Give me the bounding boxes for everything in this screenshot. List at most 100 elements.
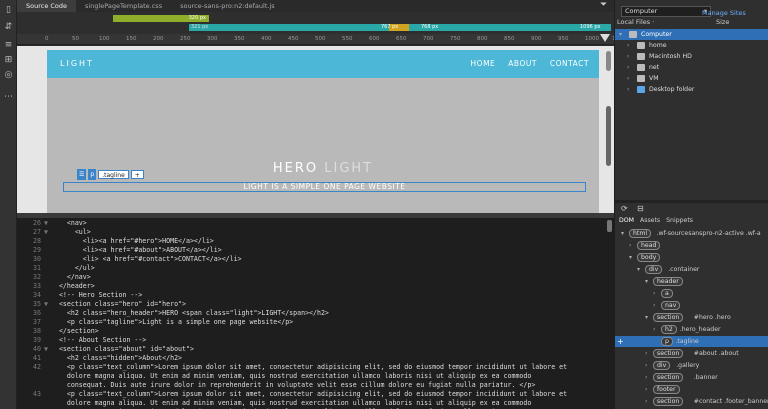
- chevron-down-icon[interactable]: ▾: [621, 228, 624, 239]
- code-line[interactable]: 27 ▼ <ul>: [17, 228, 614, 237]
- hamburger-icon[interactable]: ☰: [77, 168, 87, 180]
- dom-tag[interactable]: footer: [653, 385, 680, 394]
- menu-home[interactable]: HOME: [471, 59, 496, 68]
- code-line[interactable]: 26 ▼ <nav>: [17, 219, 614, 228]
- code-line[interactable]: 38 </section>: [17, 327, 614, 336]
- code-line[interactable]: 39 <!-- About Section -->: [17, 336, 614, 345]
- code-line[interactable]: consequat. Duis aute irure dolor in repr…: [17, 381, 614, 390]
- code-editor[interactable]: 26 ▼ <nav> 27 ▼ <ul> 28 <li><a href="#hero">…: [17, 218, 614, 409]
- tagline-selected[interactable]: LIGHT IS A SIMPLE ONE PAGE WEBSITE: [63, 182, 586, 192]
- fold-icon[interactable]: ▼: [41, 219, 51, 228]
- chevron-down-icon[interactable]: ▾: [619, 29, 622, 40]
- tab-js[interactable]: source-sans-pro:n2:default.js: [171, 0, 284, 12]
- canvas-scrollbar[interactable]: [606, 51, 611, 71]
- chevron-down-icon[interactable]: ▾: [645, 276, 648, 287]
- code-line[interactable]: 34 <!-- Hero Section -->: [17, 291, 614, 300]
- chevron-right-icon[interactable]: ›: [653, 324, 655, 335]
- add-class-button[interactable]: +: [130, 169, 144, 179]
- local-files-label[interactable]: Local Files ·: [617, 18, 654, 26]
- chevron-down-icon[interactable]: ▾: [645, 312, 648, 323]
- fold-icon[interactable]: ▼: [41, 345, 51, 354]
- mq-320-bar[interactable]: 320 px: [113, 15, 209, 22]
- dom-tag[interactable]: nav: [661, 301, 681, 310]
- collapse-icon[interactable]: ⊟: [637, 204, 644, 213]
- chevron-right-icon[interactable]: ›: [627, 62, 629, 73]
- dom-row[interactable]: › section #about .about: [615, 348, 768, 359]
- dom-tag[interactable]: head: [637, 241, 661, 250]
- format-icon[interactable]: ⊞: [3, 55, 14, 66]
- manage-sites-link[interactable]: Manage Sites: [702, 9, 746, 17]
- dom-tag[interactable]: section: [653, 349, 684, 358]
- file-icon[interactable]: ▯: [3, 5, 14, 16]
- dom-row[interactable]: › div .gallery: [615, 360, 768, 371]
- dom-row[interactable]: › h2 .hero_header: [615, 324, 768, 335]
- code-line[interactable]: dolore magna aliqua. Ut enim ad minim ve…: [17, 399, 614, 408]
- dom-row[interactable]: + p .tagline: [615, 336, 768, 347]
- split-view-icon[interactable]: ⇵: [3, 22, 14, 33]
- fold-icon[interactable]: ▼: [41, 228, 51, 237]
- site-logo[interactable]: LIGHT: [60, 59, 94, 68]
- chevron-right-icon[interactable]: ›: [653, 300, 655, 311]
- refresh-icon[interactable]: ⟳: [621, 204, 628, 213]
- chevron-right-icon[interactable]: ›: [645, 384, 647, 395]
- dom-row[interactable]: › section #contact .footer_banner: [615, 396, 768, 407]
- dom-tag[interactable]: header: [653, 277, 683, 286]
- code-line[interactable]: dolore magna aliqua. Ut enim ad minim ve…: [17, 372, 614, 381]
- code-line[interactable]: 32 </nav>: [17, 273, 614, 282]
- dom-row[interactable]: › footer: [615, 384, 768, 395]
- file-row[interactable]: ▾ Computer: [615, 29, 768, 40]
- code-line[interactable]: 37 <p class="tagline">Light is a simple …: [17, 318, 614, 327]
- chevron-down-icon[interactable]: ▾: [637, 264, 640, 275]
- chevron-right-icon[interactable]: ›: [653, 288, 655, 299]
- add-icon[interactable]: +: [617, 336, 624, 347]
- selector-class[interactable]: .tagline: [98, 169, 129, 179]
- dom-row[interactable]: › a: [615, 288, 768, 299]
- dom-row[interactable]: ▾ section #hero .hero: [615, 312, 768, 323]
- tab-snippets[interactable]: Snippets: [666, 215, 693, 226]
- dom-tag[interactable]: body: [637, 253, 661, 262]
- tab-dom[interactable]: DOM: [619, 215, 634, 226]
- more-icon[interactable]: ⋯: [3, 92, 14, 103]
- chevron-right-icon[interactable]: ›: [627, 51, 629, 62]
- chevron-right-icon[interactable]: ›: [629, 240, 631, 251]
- ruler-handle-icon[interactable]: [600, 34, 610, 42]
- dom-row[interactable]: › section .banner: [615, 372, 768, 383]
- size-label[interactable]: Size: [716, 18, 729, 26]
- dom-tag[interactable]: section: [653, 397, 684, 406]
- dom-row[interactable]: ▾ html .wf-sourcesanspro-n2-active .wf-a: [615, 228, 768, 239]
- code-line[interactable]: 36 <h2 class="hero_header">HERO <span cl…: [17, 309, 614, 318]
- code-line[interactable]: 31 </ul>: [17, 264, 614, 273]
- file-row[interactable]: › net: [615, 62, 768, 73]
- dom-tag[interactable]: div: [653, 361, 671, 370]
- chevron-right-icon[interactable]: ›: [645, 360, 647, 371]
- file-row[interactable]: › home: [615, 40, 768, 51]
- code-line[interactable]: 40 ▼ <section class="about" id="about">: [17, 345, 614, 354]
- code-line[interactable]: 35 ▼ <section class="hero" id="hero">: [17, 300, 614, 309]
- canvas-scrollbar-track[interactable]: [606, 106, 611, 166]
- dom-row[interactable]: › head: [615, 240, 768, 251]
- chevron-right-icon[interactable]: ›: [645, 348, 647, 359]
- panel-divider[interactable]: [615, 200, 768, 203]
- code-line[interactable]: 33 </header>: [17, 282, 614, 291]
- menu-about[interactable]: ABOUT: [508, 59, 537, 68]
- code-line[interactable]: 29 <li><a href="#about">ABOUT</a></li>: [17, 246, 614, 255]
- chevron-down-icon[interactable]: ▾: [629, 252, 632, 263]
- chevron-right-icon[interactable]: ›: [645, 372, 647, 383]
- code-line[interactable]: 28 <li><a href="#hero">HOME</a></li>: [17, 237, 614, 246]
- dom-tag[interactable]: section: [653, 313, 684, 322]
- fold-icon[interactable]: ▼: [41, 300, 51, 309]
- file-row[interactable]: › VM: [615, 73, 768, 84]
- target-icon[interactable]: ◎: [3, 70, 14, 81]
- dom-row[interactable]: › nav: [615, 300, 768, 311]
- tab-css[interactable]: singlePageTemplate.css: [76, 0, 171, 12]
- code-line[interactable]: 41 <h2 class="hidden">About</h2>: [17, 354, 614, 363]
- list-icon[interactable]: ≡: [3, 40, 14, 51]
- file-row[interactable]: › Macintosh HD: [615, 51, 768, 62]
- menu-contact[interactable]: CONTACT: [550, 59, 589, 68]
- code-line[interactable]: 30 <li> <a href="#contact">CONTACT</a></…: [17, 255, 614, 264]
- tab-source-code[interactable]: Source Code: [17, 0, 77, 12]
- dom-tag[interactable]: p: [661, 337, 673, 346]
- chevron-right-icon[interactable]: ›: [627, 73, 629, 84]
- dom-tag[interactable]: a: [661, 289, 673, 298]
- code-line[interactable]: 43 <p class="text_column">Lorem ipsum do…: [17, 390, 614, 399]
